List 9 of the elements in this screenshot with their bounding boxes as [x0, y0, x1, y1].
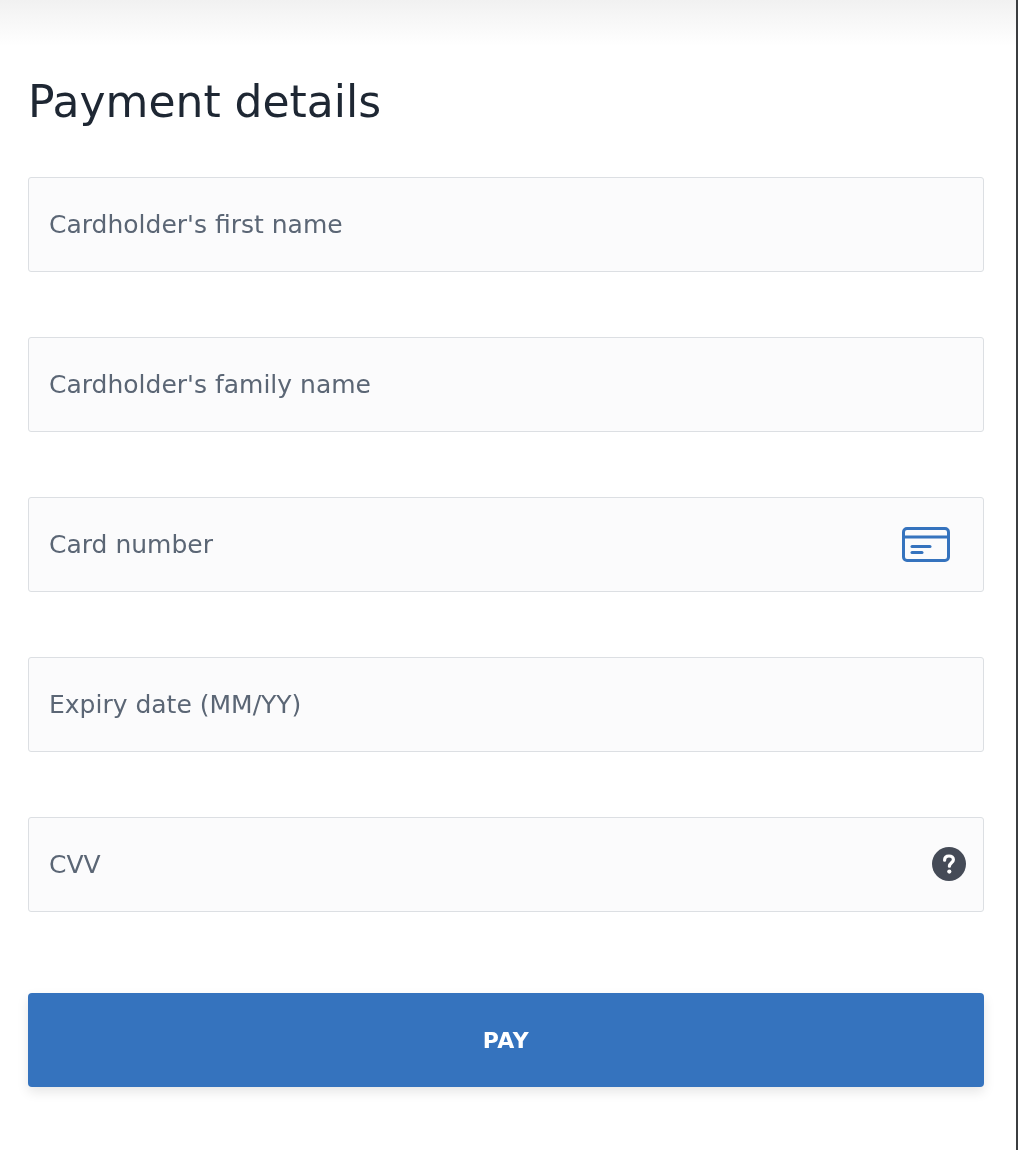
- input-field[interactable]: Expiry date (MM/YY): [28, 657, 984, 752]
- help-icon[interactable]: [932, 847, 966, 881]
- pay-button[interactable]: PAY: [28, 993, 984, 1087]
- input-field[interactable]: Cardholder's family name: [28, 337, 984, 432]
- page-title: Payment details: [28, 76, 382, 128]
- input-field[interactable]: CVV: [28, 817, 984, 912]
- credit-card-icon: [902, 527, 950, 562]
- input-field[interactable]: Cardholder's first name: [28, 177, 984, 272]
- input-field[interactable]: Card number: [28, 497, 984, 592]
